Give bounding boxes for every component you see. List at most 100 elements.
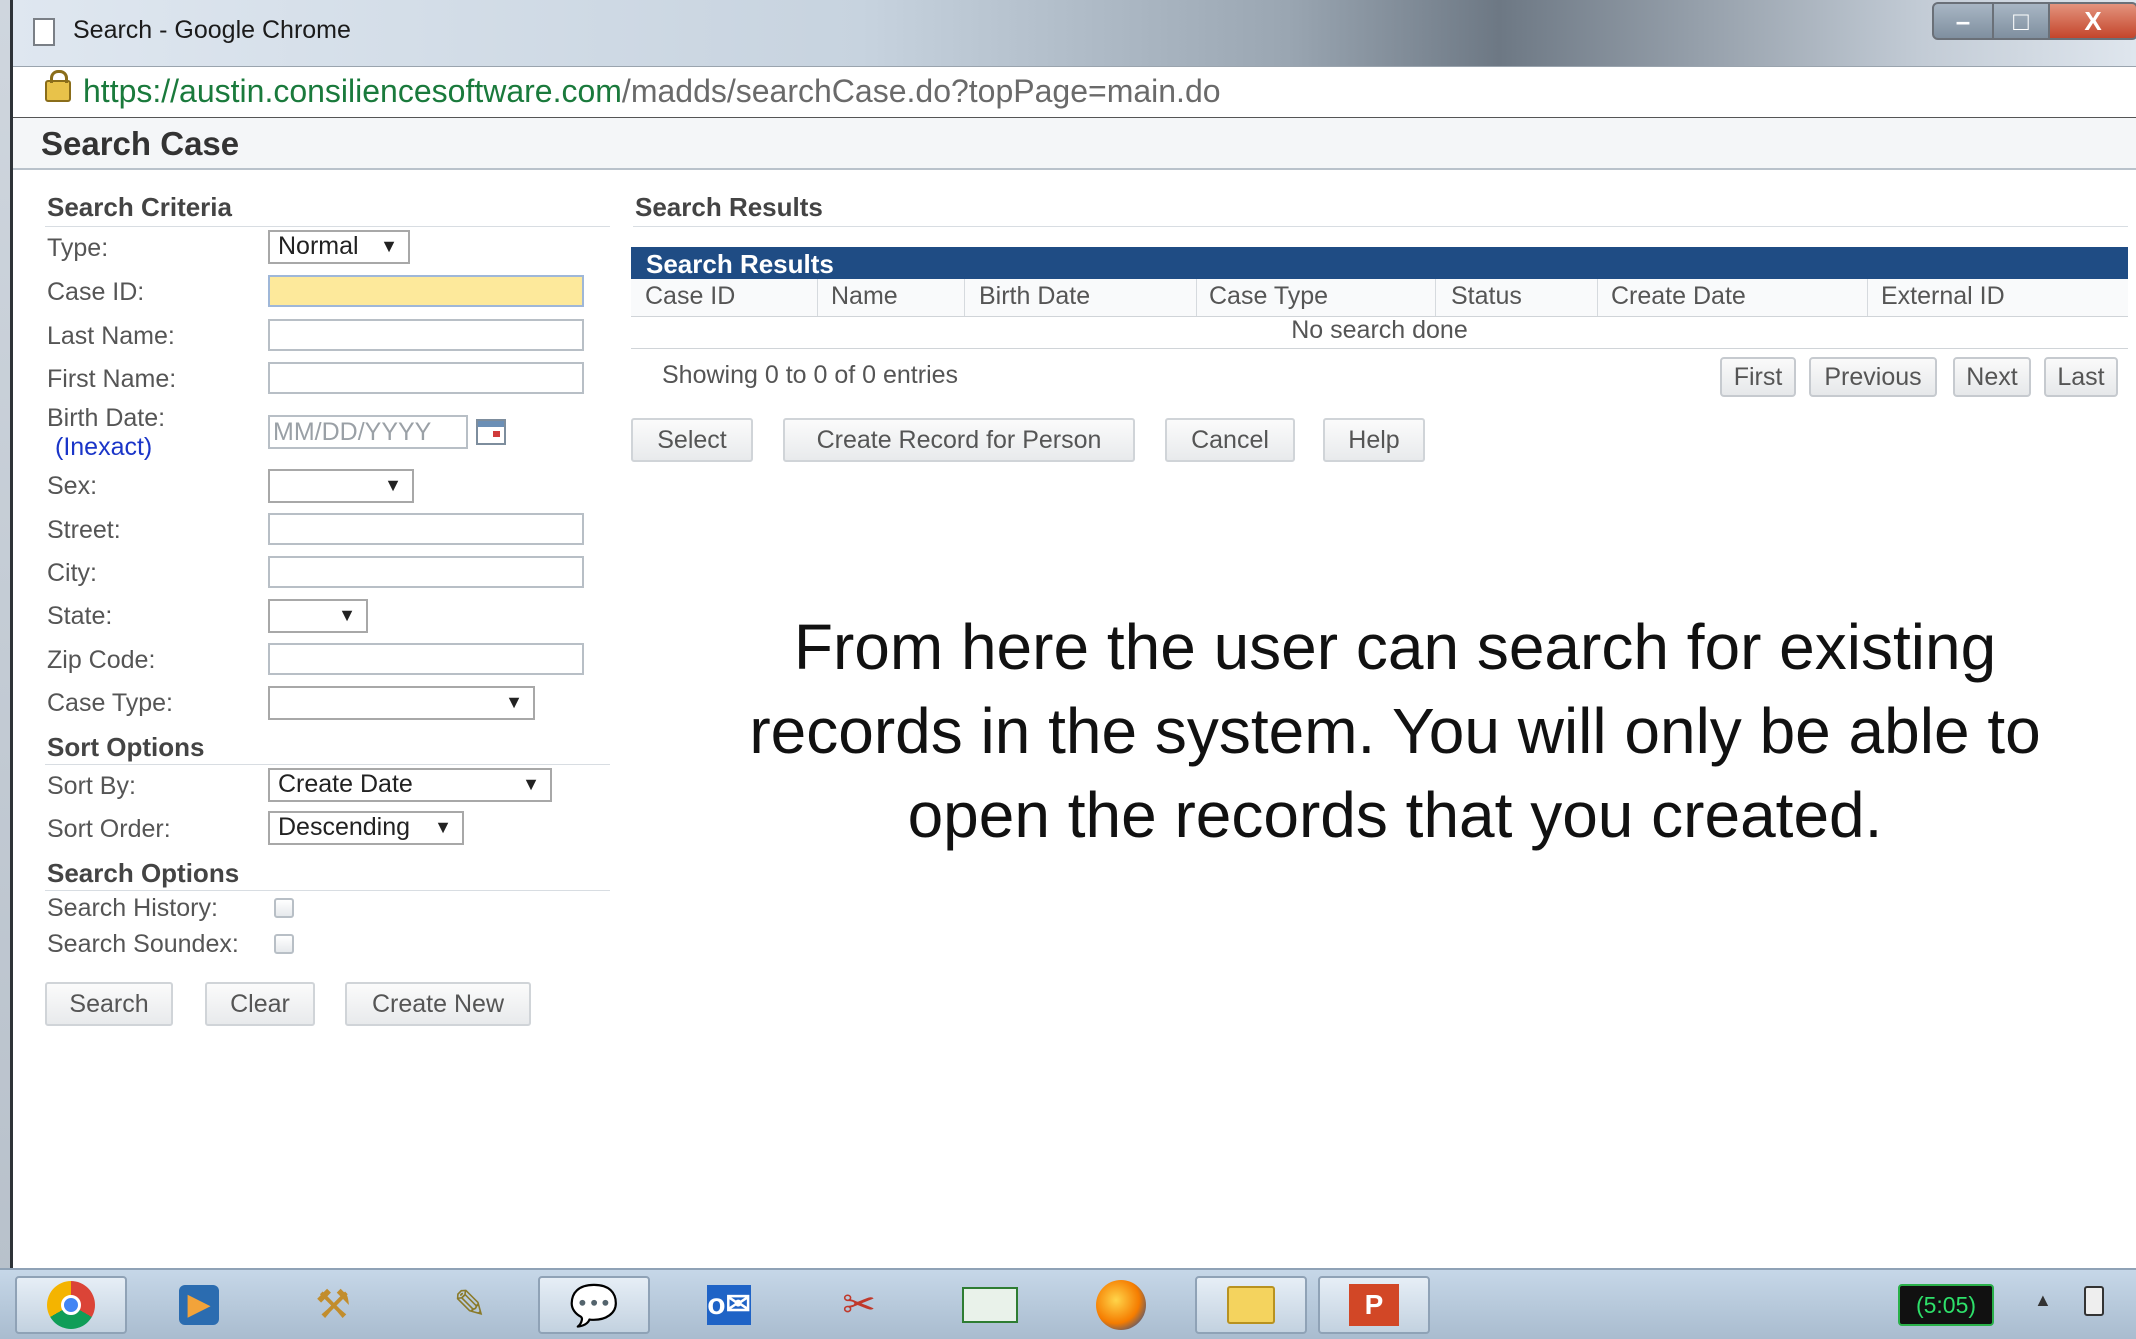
media-player-icon: ▶ (179, 1285, 219, 1325)
search-history-label: Search History: (47, 894, 218, 922)
outlook-icon: o✉ (707, 1285, 751, 1325)
chat-icon: 💬 (569, 1283, 619, 1328)
url-path: /madds/searchCase.do?topPage=main.do (621, 73, 1221, 109)
empty-message: No search done (1291, 316, 1468, 344)
taskbar-chrome[interactable] (15, 1276, 127, 1334)
taskbar-presentation[interactable] (934, 1276, 1046, 1334)
sort-by-label: Sort By: (47, 772, 136, 800)
scissors-icon: ✂ (842, 1283, 876, 1327)
sort-order-select[interactable]: Descending ▼ (268, 811, 464, 845)
street-input[interactable] (268, 513, 584, 545)
search-button[interactable]: Search (45, 982, 173, 1026)
taskbar-chat[interactable]: 💬 (538, 1276, 650, 1334)
column-separator (817, 279, 818, 316)
taskbar-outlook[interactable]: o✉ (673, 1276, 785, 1334)
create-new-button[interactable]: Create New (345, 982, 531, 1026)
create-record-button[interactable]: Create Record for Person (783, 418, 1135, 462)
type-select[interactable]: Normal ▼ (268, 230, 410, 264)
page-title: Search Case (41, 125, 240, 162)
powerpoint-icon: P (1349, 1284, 1399, 1326)
zip-code-label: Zip Code: (47, 646, 156, 674)
last-name-input[interactable] (268, 319, 584, 351)
battery-indicator[interactable]: (5:05) (1898, 1284, 1994, 1326)
column-case-id[interactable]: Case ID (645, 282, 735, 311)
sort-by-value: Create Date (278, 770, 413, 798)
sex-select[interactable]: ▼ (268, 469, 414, 503)
previous-page-button[interactable]: Previous (1809, 357, 1937, 397)
taskbar-firefox[interactable] (1065, 1276, 1177, 1334)
window-controls: – □ X (1932, 2, 2136, 42)
column-status[interactable]: Status (1451, 282, 1522, 311)
column-case-type[interactable]: Case Type (1209, 282, 1328, 311)
chevron-down-icon: ▼ (505, 692, 523, 712)
maximize-button[interactable]: □ (1992, 2, 2050, 40)
first-page-button[interactable]: First (1720, 357, 1796, 397)
taskbar-media-player[interactable]: ▶ (143, 1276, 255, 1334)
zip-code-input[interactable] (268, 643, 584, 675)
minimize-button[interactable]: – (1932, 2, 1994, 40)
search-results-title: Search Results (635, 192, 823, 222)
case-type-select[interactable]: ▼ (268, 686, 535, 720)
sort-by-select[interactable]: Create Date ▼ (268, 768, 552, 802)
city-label: City: (47, 559, 97, 587)
case-id-label: Case ID: (47, 278, 145, 306)
city-input[interactable] (268, 556, 584, 588)
chevron-down-icon: ▼ (338, 605, 356, 625)
presentation-icon (962, 1287, 1018, 1323)
next-page-button[interactable]: Next (1953, 357, 2031, 397)
title-bar: Search - Google Chrome – □ X (13, 0, 2136, 66)
table-row: No search done (631, 316, 2128, 349)
sort-order-label: Sort Order: (47, 815, 171, 843)
annotation-text: From here the user can search for existi… (749, 611, 2041, 851)
state-select[interactable]: ▼ (268, 599, 368, 633)
case-id-input[interactable] (268, 275, 584, 307)
taskbar-powerpoint[interactable]: P (1318, 1276, 1430, 1334)
sort-order-value: Descending (278, 813, 411, 841)
divider (633, 226, 2128, 227)
column-external-id[interactable]: External ID (1881, 282, 2005, 311)
folders-icon (1227, 1286, 1275, 1324)
column-name[interactable]: Name (831, 282, 898, 311)
page-header: Search Case (13, 118, 2136, 170)
url-host: https://austin.consiliencesoftware.com (83, 73, 622, 109)
birth-date-input[interactable]: MM/DD/YYYY (268, 415, 468, 449)
taskbar-scissors[interactable]: ✂ (803, 1276, 915, 1334)
tray-expand-icon[interactable]: ▲ (2034, 1290, 2052, 1311)
column-separator (964, 279, 965, 316)
column-birth-date[interactable]: Birth Date (979, 282, 1090, 311)
taskbar-tools[interactable]: ⚒ (277, 1276, 389, 1334)
search-options-title: Search Options (47, 858, 240, 888)
url-text[interactable]: https://austin.consiliencesoftware.com/m… (83, 73, 1221, 110)
showing-entries-text: Showing 0 to 0 of 0 entries (662, 361, 959, 389)
firefox-icon (1096, 1280, 1146, 1330)
search-criteria-title: Search Criteria (47, 192, 232, 222)
address-bar[interactable]: https://austin.consiliencesoftware.com/m… (13, 66, 2136, 119)
birth-date-label: Birth Date: (47, 404, 166, 432)
results-table-columns: Case ID Name Birth Date Case Type Status… (631, 279, 2128, 317)
select-button[interactable]: Select (631, 418, 753, 462)
device-icon[interactable] (2084, 1286, 2104, 1316)
cancel-button[interactable]: Cancel (1165, 418, 1295, 462)
search-history-checkbox[interactable] (274, 898, 294, 918)
chevron-down-icon: ▼ (380, 236, 398, 256)
search-soundex-checkbox[interactable] (274, 934, 294, 954)
divider (45, 764, 610, 765)
column-create-date[interactable]: Create Date (1611, 282, 1746, 311)
column-separator (1867, 279, 1868, 316)
chevron-down-icon: ▼ (522, 774, 540, 794)
calendar-icon[interactable] (476, 419, 506, 445)
taskbar-folders[interactable] (1195, 1276, 1307, 1334)
results-table-title: Search Results (646, 249, 834, 279)
help-button[interactable]: Help (1323, 418, 1425, 462)
inexact-link[interactable]: (Inexact) (55, 433, 152, 462)
chevron-down-icon: ▼ (384, 475, 402, 495)
results-table-header-bar: Search Results (631, 247, 2128, 279)
close-button[interactable]: X (2048, 2, 2136, 40)
last-name-label: Last Name: (47, 322, 175, 350)
first-name-input[interactable] (268, 362, 584, 394)
clear-button[interactable]: Clear (205, 982, 315, 1026)
taskbar-notes[interactable]: ✎ (414, 1276, 526, 1334)
search-soundex-label: Search Soundex: (47, 930, 239, 958)
last-page-button[interactable]: Last (2044, 357, 2118, 397)
column-separator (1196, 279, 1197, 316)
